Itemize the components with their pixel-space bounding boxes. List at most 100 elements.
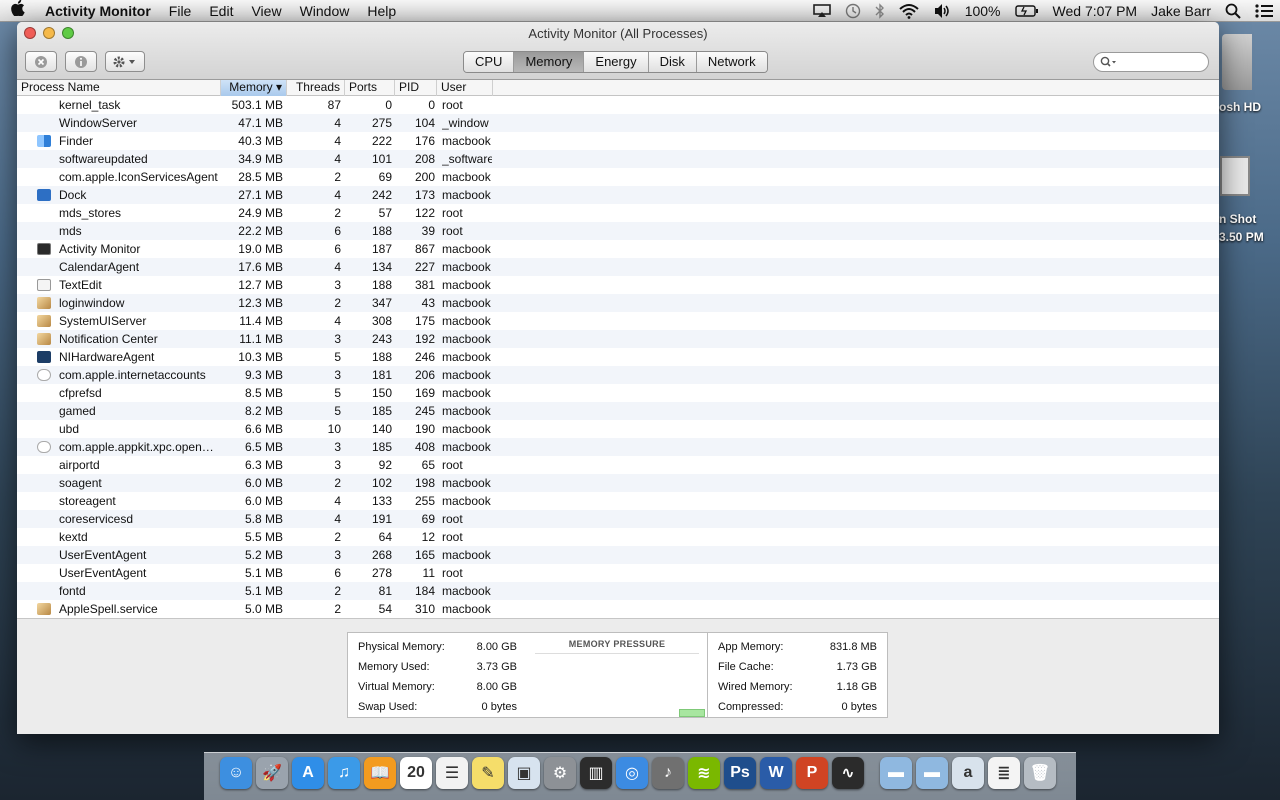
process-row[interactable]: com.apple.internetaccounts 9.3 MB 3 181 206 m…: [17, 366, 1219, 384]
process-row[interactable]: CalendarAgent 17.6 MB 4 134 227 macbook: [17, 258, 1219, 276]
process-name: CalendarAgent: [59, 260, 140, 274]
process-row[interactable]: NIHardwareAgent 10.3 MB 5 188 246 macbook: [17, 348, 1219, 366]
screenshot-label-line2: 3.50 PM: [1219, 230, 1264, 244]
process-memory: 6.0 MB: [244, 476, 283, 490]
quit-process-button[interactable]: [25, 51, 57, 72]
screenshot-file-icon[interactable]: [1220, 156, 1250, 196]
bluetooth-icon[interactable]: [868, 2, 892, 19]
process-row[interactable]: cfprefsd 8.5 MB 5 150 169 macbook: [17, 384, 1219, 402]
col-user[interactable]: User: [437, 80, 493, 96]
search-field[interactable]: [1093, 52, 1209, 72]
process-row[interactable]: kernel_task 503.1 MB 87 0 0 root: [17, 96, 1219, 114]
battery-icon[interactable]: [1008, 4, 1046, 17]
stat-value: 1.18 GB: [836, 681, 877, 693]
itunes-icon[interactable]: ♫: [328, 757, 360, 789]
notification-center-icon[interactable]: [1248, 3, 1280, 18]
launchpad-icon[interactable]: 🚀: [256, 757, 288, 789]
downloads-stack-icon[interactable]: a: [952, 757, 984, 789]
trash-icon[interactable]: 🗑: [1024, 757, 1056, 789]
process-row[interactable]: Activity Monitor 19.0 MB 6 187 867 macbook: [17, 240, 1219, 258]
process-row[interactable]: UserEventAgent 5.2 MB 3 268 165 macbook: [17, 546, 1219, 564]
search-input[interactable]: [1122, 56, 1206, 68]
process-pid: 0: [428, 98, 435, 112]
process-user: macbook: [442, 188, 491, 202]
apple-menu-icon[interactable]: [0, 0, 36, 21]
menu-file[interactable]: File: [160, 3, 201, 19]
process-row[interactable]: coreservicesd 5.8 MB 4 191 69 root: [17, 510, 1219, 528]
menu-window[interactable]: Window: [291, 3, 359, 19]
applications-folder-icon[interactable]: ▬: [880, 757, 912, 789]
reminders-icon[interactable]: ☰: [436, 757, 468, 789]
photoshop-icon[interactable]: Ps: [724, 757, 756, 789]
process-row[interactable]: SystemUIServer 11.4 MB 4 308 175 macbook: [17, 312, 1219, 330]
finder-icon[interactable]: ☺: [220, 757, 252, 789]
notes-icon[interactable]: ✎: [472, 757, 504, 789]
process-row[interactable]: ubd 6.6 MB 10 140 190 macbook: [17, 420, 1219, 438]
calendar-icon[interactable]: 20: [400, 757, 432, 789]
app-icon: [37, 297, 51, 309]
stop-icon: [35, 55, 47, 68]
system-preferences-icon[interactable]: ⚙: [544, 757, 576, 789]
process-row[interactable]: fontd 5.1 MB 2 81 184 macbook: [17, 582, 1219, 600]
process-row[interactable]: airportd 6.3 MB 3 92 65 root: [17, 456, 1219, 474]
process-row[interactable]: com.apple.IconServicesAgent 28.5 MB 2 69 200…: [17, 168, 1219, 186]
tab-memory[interactable]: Memory: [514, 52, 585, 72]
col-memory[interactable]: Memory ▾: [221, 80, 287, 96]
airplay-icon[interactable]: [806, 3, 838, 18]
piano-icon[interactable]: ▥: [580, 757, 612, 789]
col-pid[interactable]: PID: [395, 80, 437, 96]
menu-help[interactable]: Help: [358, 3, 405, 19]
activity-monitor-icon[interactable]: ∿: [832, 757, 864, 789]
process-row[interactable]: UserEventAgent 5.1 MB 6 278 11 root: [17, 564, 1219, 582]
spotify-icon[interactable]: ≋: [688, 757, 720, 789]
menu-edit[interactable]: Edit: [200, 3, 242, 19]
volume-icon[interactable]: [926, 3, 958, 19]
hard-drive-icon[interactable]: [1222, 34, 1252, 90]
garageband-icon[interactable]: ♪: [652, 757, 684, 789]
tab-network[interactable]: Network: [696, 52, 767, 72]
action-menu-button[interactable]: [105, 51, 145, 72]
wifi-icon[interactable]: [892, 3, 926, 19]
process-row[interactable]: storeagent 6.0 MB 4 133 255 macbook: [17, 492, 1219, 510]
col-ports[interactable]: Ports: [345, 80, 395, 96]
gear-icon: [113, 56, 135, 67]
process-row[interactable]: WindowServer 47.1 MB 4 275 104 _window: [17, 114, 1219, 132]
tab-disk[interactable]: Disk: [648, 52, 697, 72]
col-threads[interactable]: Threads: [287, 80, 345, 96]
process-row[interactable]: mds_stores 24.9 MB 2 57 122 root: [17, 204, 1219, 222]
process-row[interactable]: AppleSpell.service 5.0 MB 2 54 310 macbook: [17, 600, 1219, 618]
process-row[interactable]: loginwindow 12.3 MB 2 347 43 macbook: [17, 294, 1219, 312]
process-name: cfprefsd: [59, 386, 102, 400]
process-row[interactable]: Finder 40.3 MB 4 222 176 macbook: [17, 132, 1219, 150]
process-row[interactable]: TextEdit 12.7 MB 3 188 381 macbook: [17, 276, 1219, 294]
tab-cpu[interactable]: CPU: [464, 52, 515, 72]
menu-view[interactable]: View: [242, 3, 290, 19]
ibooks-icon[interactable]: 📖: [364, 757, 396, 789]
app-store-icon[interactable]: A: [292, 757, 324, 789]
preview-icon[interactable]: ▣: [508, 757, 540, 789]
menu-user[interactable]: Jake Barr: [1144, 3, 1218, 19]
process-row[interactable]: soagent 6.0 MB 2 102 198 macbook: [17, 474, 1219, 492]
tab-energy[interactable]: Energy: [584, 52, 649, 72]
menu-app-name[interactable]: Activity Monitor: [36, 3, 160, 19]
process-row[interactable]: softwareupdated 34.9 MB 4 101 208 _software: [17, 150, 1219, 168]
col-process-name[interactable]: Process Name: [17, 80, 221, 96]
process-row[interactable]: Dock 27.1 MB 4 242 173 macbook: [17, 186, 1219, 204]
process-row[interactable]: gamed 8.2 MB 5 185 245 macbook: [17, 402, 1219, 420]
powerpoint-icon[interactable]: P: [796, 757, 828, 789]
spotlight-icon[interactable]: [1218, 3, 1248, 19]
stat-value: 3.73 GB: [476, 661, 517, 673]
process-row[interactable]: com.apple.appkit.xpc.open… 6.5 MB 3 185 408 m…: [17, 438, 1219, 456]
word-icon[interactable]: W: [760, 757, 792, 789]
time-machine-icon[interactable]: [838, 3, 868, 19]
documents-folder-icon[interactable]: ▬: [916, 757, 948, 789]
battery-percent[interactable]: 100%: [958, 3, 1008, 19]
process-row[interactable]: mds 22.2 MB 6 188 39 root: [17, 222, 1219, 240]
inspect-process-button[interactable]: [65, 51, 97, 72]
document-stack-icon[interactable]: ≣: [988, 757, 1020, 789]
menu-clock[interactable]: Wed 7:07 PM: [1046, 3, 1145, 19]
process-row[interactable]: kextd 5.5 MB 2 64 12 root: [17, 528, 1219, 546]
process-row[interactable]: Notification Center 11.1 MB 3 243 192 macbook: [17, 330, 1219, 348]
process-memory: 6.6 MB: [244, 422, 283, 436]
safari-icon[interactable]: ◎: [616, 757, 648, 789]
